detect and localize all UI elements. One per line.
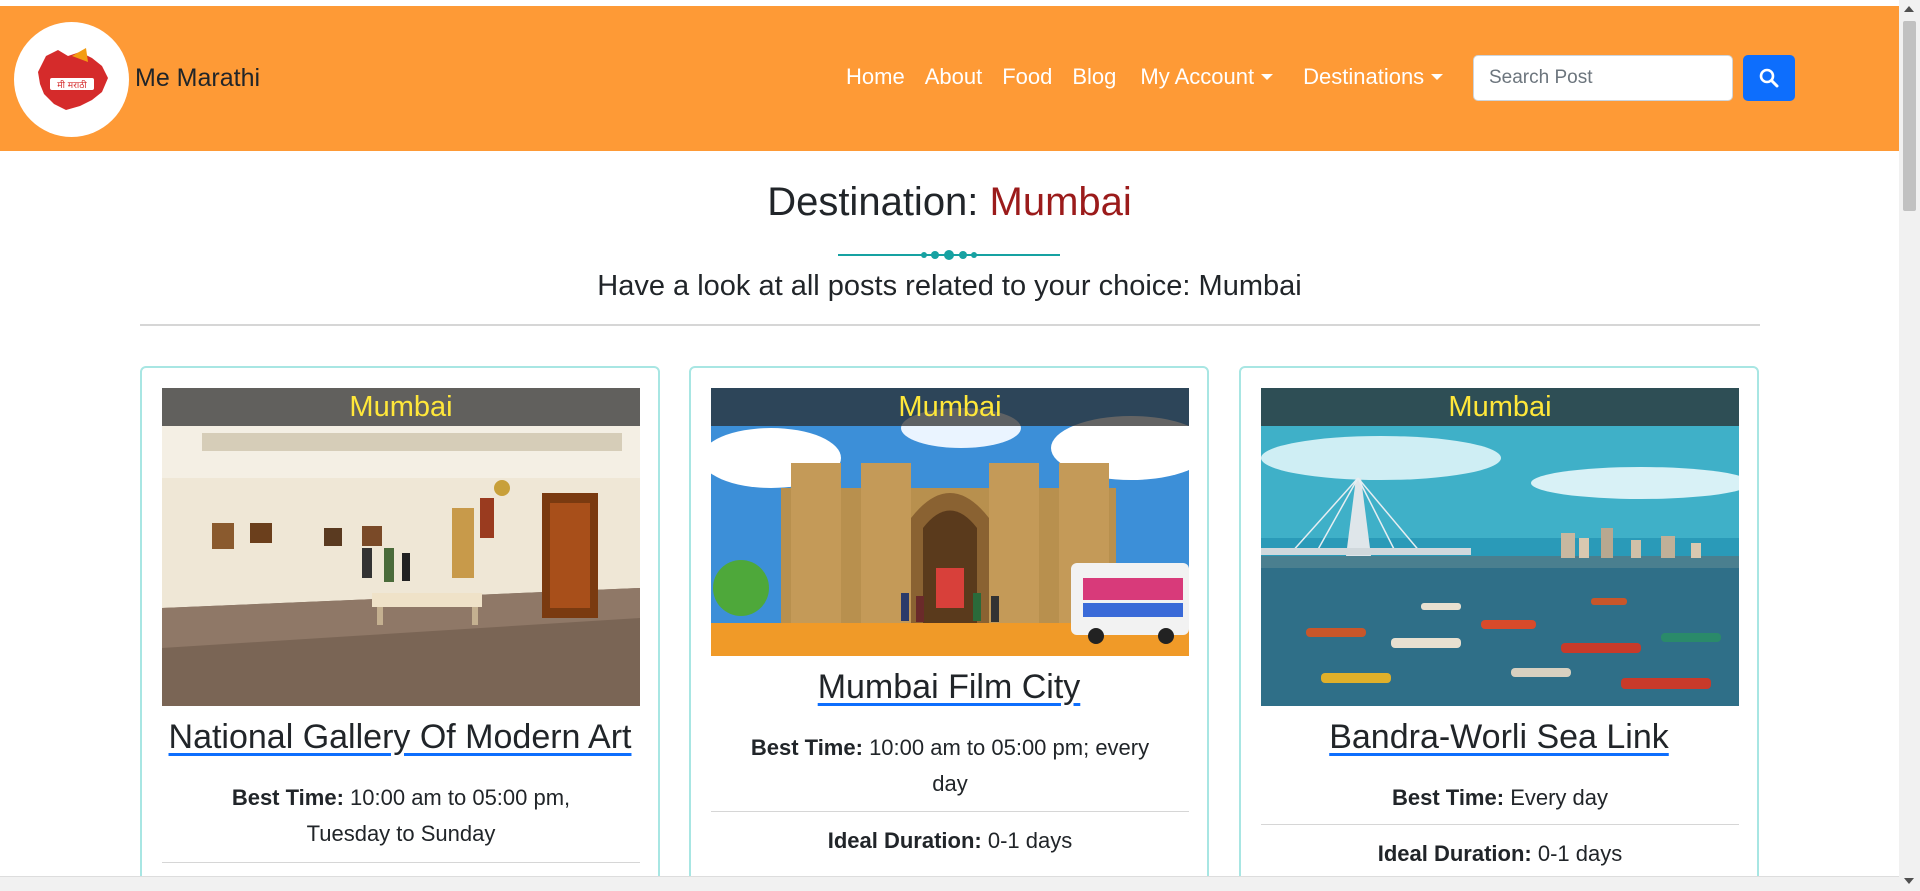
card-image-sea-link[interactable]: Mumbai [1261, 388, 1739, 706]
scroll-up-arrow-icon[interactable] [1904, 6, 1914, 12]
page: मी मराठी Me Marathi Home About Food Blog… [0, 0, 1899, 891]
card-ideal-duration: Ideal Duration: 0-1 days [1261, 836, 1739, 872]
card-separator [711, 811, 1189, 812]
card-image-gallery[interactable]: Mumbai [162, 388, 640, 706]
best-time-label: Best Time: [1391, 785, 1505, 810]
card-title-link[interactable]: Mumbai Film City [691, 668, 1207, 707]
search-icon [1759, 68, 1779, 88]
maharashtra-logo-icon[interactable]: मी मराठी [14, 22, 129, 137]
card-best-time: Best Time: Every day [1261, 780, 1739, 816]
best-time-value: 10:00 am to 05:00 pm, [350, 785, 571, 810]
card-best-time-2: Tuesday to Sunday [306, 821, 496, 846]
nav-about[interactable]: About [925, 64, 983, 90]
caret-down-icon [1431, 74, 1444, 80]
best-time-label: Best Time: [231, 785, 344, 810]
sea-link-photo-icon [1261, 388, 1739, 706]
section-divider [140, 324, 1760, 326]
post-card-film-city[interactable]: Mumbai Mumbai Film City Best Time: 10:00… [689, 366, 1209, 891]
page-title: Destination: Mumbai [0, 180, 1899, 225]
duration-label: Ideal Duration: [827, 828, 982, 853]
card-best-time-2: day [932, 771, 968, 796]
gallery-photo-icon [162, 388, 640, 706]
duration-label: Ideal Duration: [1377, 841, 1532, 866]
vertical-scrollbar[interactable] [1899, 0, 1920, 891]
caret-down-icon [1261, 74, 1274, 80]
nav-my-account-dropdown[interactable]: My Account [1140, 64, 1274, 90]
card-title-link[interactable]: National Gallery Of Modern Art [142, 718, 658, 757]
card-title-link[interactable]: Bandra-Worli Sea Link [1241, 718, 1757, 757]
brand-name[interactable]: Me Marathi [135, 64, 260, 93]
best-time-value: Every day [1510, 785, 1609, 810]
nav-home[interactable]: Home [846, 64, 905, 90]
card-separator [162, 862, 640, 863]
page-title-prefix: Destination: [767, 180, 979, 224]
post-card-national-gallery[interactable]: Mumbai National Gallery Of Modern Art Be… [140, 366, 660, 891]
divider-ornament-icon [838, 250, 1060, 260]
card-ideal-duration: Ideal Duration: 0-1 days [711, 823, 1189, 859]
nav-links: Home About Food Blog My Account Destinat… [846, 64, 1444, 90]
page-subtitle: Have a look at all posts related to your… [597, 270, 1302, 302]
search-button[interactable] [1743, 55, 1795, 101]
film-city-photo-icon [711, 388, 1189, 656]
best-time-value: 10:00 am to 05:00 pm; every [869, 735, 1150, 760]
logo-map-icon: मी मराठी [37, 47, 108, 110]
nav-destinations-dropdown[interactable]: Destinations [1303, 64, 1444, 90]
page-title-city: Mumbai [989, 180, 1132, 224]
nav-food[interactable]: Food [1002, 64, 1052, 90]
card-best-time: Best Time: 10:00 am to 05:00 pm; every [711, 730, 1189, 766]
duration-value: 0-1 days [1537, 841, 1623, 866]
nav-my-account-label: My Account [1140, 64, 1255, 89]
post-card-sea-link[interactable]: Mumbai Bandra-Worli Sea Link Best Time: … [1239, 366, 1759, 891]
card-best-time: Best Time: 10:00 am to 05:00 pm, [162, 780, 640, 816]
card-image-film-city[interactable]: Mumbai [711, 388, 1189, 656]
card-tag: Mumbai [162, 388, 640, 426]
nav-blog[interactable]: Blog [1072, 64, 1116, 90]
scrollbar-thumb[interactable] [1903, 21, 1916, 211]
card-tag: Mumbai [1261, 388, 1739, 426]
best-time-label: Best Time: [750, 735, 863, 760]
card-tag: Mumbai [711, 388, 1189, 426]
navbar: मी मराठी Me Marathi Home About Food Blog… [0, 6, 1899, 151]
bottom-status-strip [0, 876, 1899, 891]
card-separator [1261, 824, 1739, 825]
scroll-down-arrow-icon[interactable] [1904, 878, 1914, 884]
nav-destinations-label: Destinations [1303, 64, 1425, 89]
search-input[interactable] [1473, 55, 1733, 101]
svg-text:मी मराठी: मी मराठी [57, 79, 87, 91]
duration-value: 0-1 days [987, 828, 1073, 853]
